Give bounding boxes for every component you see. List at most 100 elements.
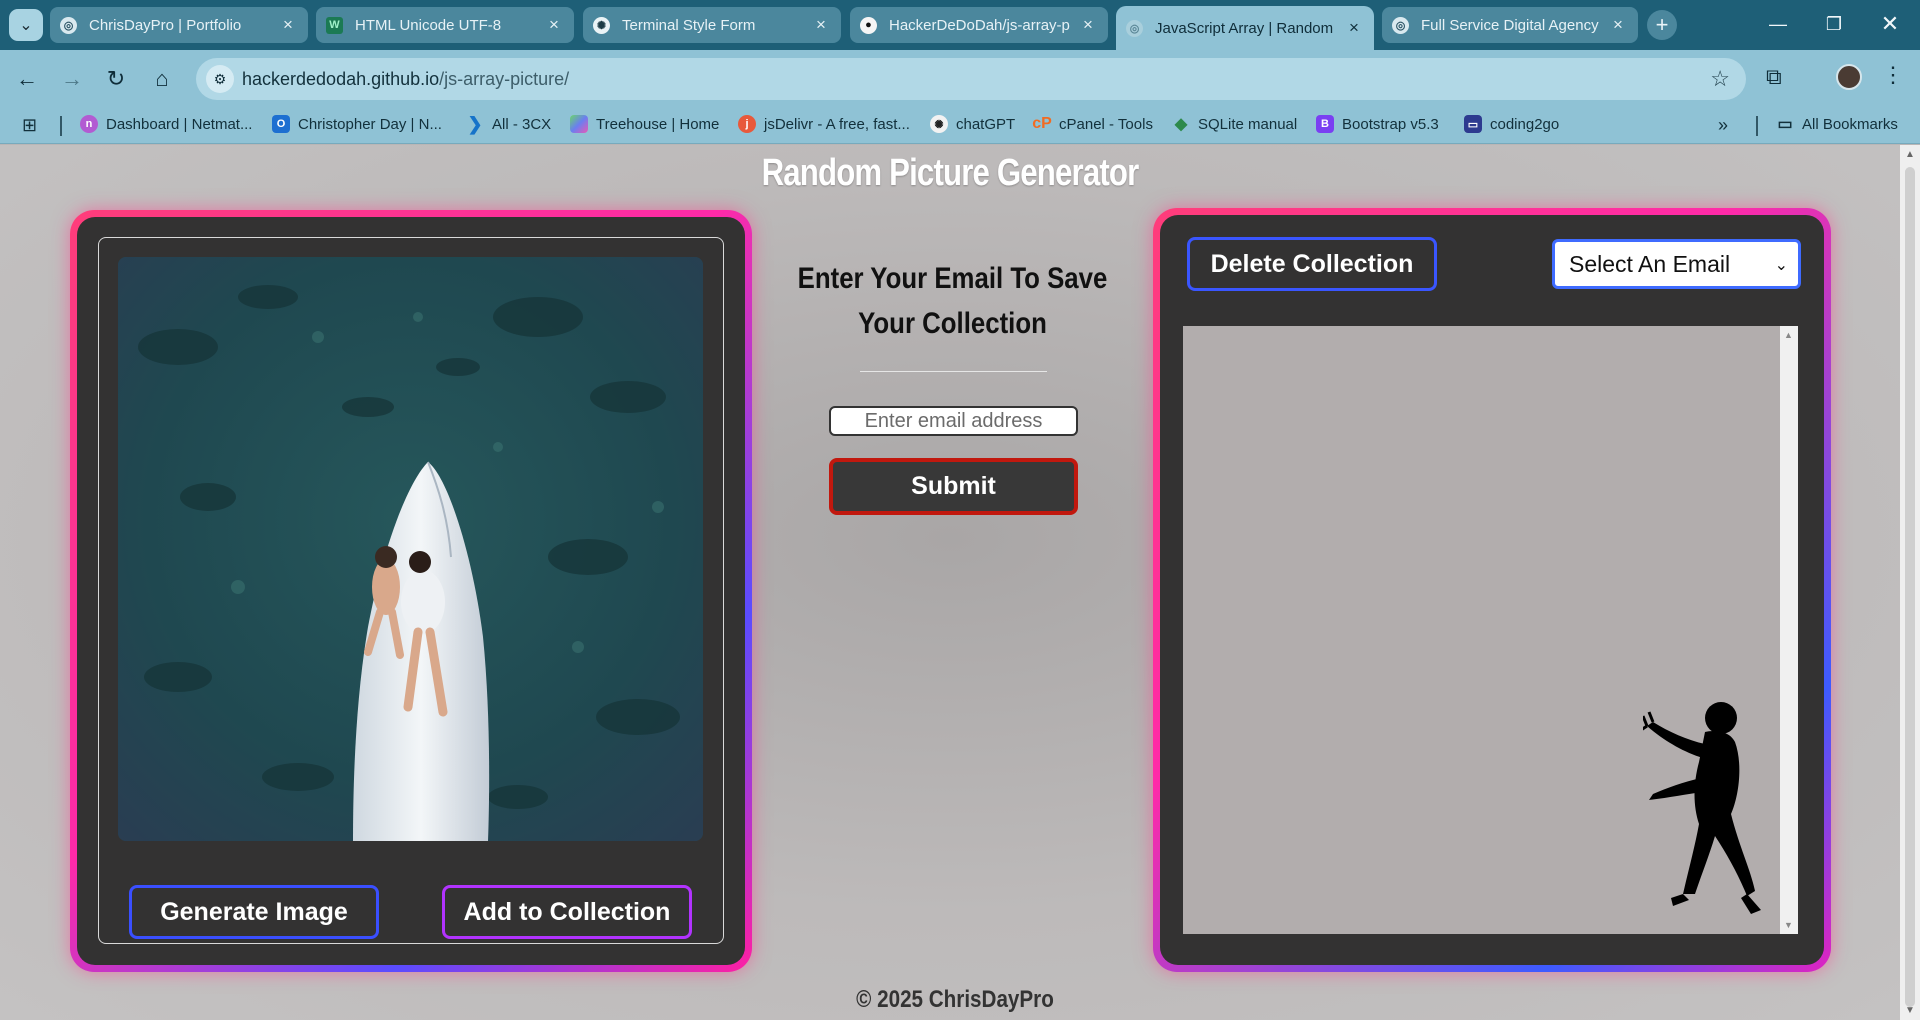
collection-panel-body: Delete Collection Select An Email ⌄ ▲ ▼ (1160, 215, 1824, 965)
bookmark-treehouse[interactable]: Treehouse | Home (570, 115, 719, 133)
scroll-down-icon[interactable]: ▼ (1905, 1005, 1915, 1016)
arrow-right-icon: → (61, 66, 83, 91)
email-heading: Enter Your Email To Save Your Collection (797, 262, 1108, 340)
email-input[interactable] (829, 406, 1078, 436)
coding2go-icon: ▭ (1464, 115, 1482, 133)
tab-github[interactable]: ● HackerDeDoDah/js-array-p × (850, 7, 1108, 43)
bookmark-label: Treehouse | Home (596, 115, 720, 133)
bookmark-chatgpt[interactable]: ✺ chatGPT (930, 115, 1015, 133)
close-icon[interactable]: × (1078, 15, 1098, 35)
bookmark-jsdelivr[interactable]: j jsDelivr - A free, fast... (738, 115, 910, 133)
bookmark-label: Dashboard | Netmat... (106, 115, 253, 133)
bootstrap-icon: B (1316, 115, 1334, 133)
close-icon[interactable]: × (1608, 15, 1628, 35)
footer-copyright: © 2025 ChrisDayPro (856, 986, 1054, 1013)
close-icon[interactable]: × (544, 15, 564, 35)
tab-title: JavaScript Array | Random (1155, 19, 1334, 37)
add-to-collection-button[interactable]: Add to Collection (442, 885, 692, 939)
generator-panel: Generate Image Add to Collection (70, 210, 752, 972)
bookmark-label: jsDelivr - A free, fast... (764, 115, 910, 133)
chatgpt-icon: ✺ (593, 16, 610, 34)
bookmark-cpanel[interactable]: cP cPanel - Tools (1032, 115, 1153, 133)
collection-panel: Delete Collection Select An Email ⌄ ▲ ▼ (1153, 208, 1831, 972)
close-icon[interactable]: × (811, 15, 831, 35)
new-tab-button[interactable]: + (1647, 10, 1677, 40)
extensions-icon[interactable]: ⧉ (1766, 64, 1782, 90)
page-scrollbar[interactable]: ▲ ▼ (1900, 145, 1920, 1020)
apps-grid-icon[interactable]: ⊞ (22, 115, 37, 136)
tab-search-button[interactable]: ⌄ (9, 9, 43, 41)
menu-kebab-icon[interactable]: ⋮ (1882, 62, 1904, 88)
bookmark-outlook[interactable]: O Christopher Day | N... (272, 115, 442, 133)
collection-scrollbar[interactable]: ▲ ▼ (1780, 326, 1798, 934)
outlook-icon: O (272, 115, 290, 133)
tab-title: ChrisDayPro | Portfolio (89, 16, 242, 34)
bookmark-label: cPanel - Tools (1059, 115, 1153, 133)
address-bar[interactable]: ⚙ hackerdedodah.github.io/js-array-pictu… (196, 58, 1746, 100)
bookmark-divider (1756, 116, 1758, 136)
scrollbar-thumb[interactable] (1905, 167, 1915, 1007)
jsdelivr-icon: j (738, 115, 756, 133)
restore-icon: ❐ (1825, 13, 1843, 34)
folder-icon: ▭ (1777, 116, 1793, 133)
chevron-down-icon: ⌄ (1774, 257, 1788, 274)
close-icon: ✕ (1880, 11, 1900, 36)
tab-portfolio[interactable]: ◎ ChrisDayPro | Portfolio × (50, 7, 308, 43)
minimize-button[interactable]: — (1758, 8, 1798, 40)
netmat-icon: n (80, 115, 98, 133)
tab-digital-agency[interactable]: ◎ Full Service Digital Agency × (1382, 7, 1638, 43)
scroll-up-icon[interactable]: ▲ (1905, 149, 1915, 160)
random-photo (118, 257, 703, 841)
forward-button[interactable]: → (56, 63, 88, 95)
collection-area[interactable]: ▲ ▼ (1183, 326, 1798, 934)
tab-title: HTML Unicode UTF-8 (355, 16, 502, 34)
dancer-silhouette-icon (1643, 702, 1761, 914)
reload-button[interactable]: ↻ (100, 63, 132, 95)
bookmark-coding2go[interactable]: ▭ coding2go (1464, 115, 1559, 133)
tab-title: HackerDeDoDah/js-array-p (889, 16, 1070, 34)
close-icon[interactable]: × (278, 15, 298, 35)
image-frame: Generate Image Add to Collection (98, 237, 724, 944)
back-button[interactable]: ← (11, 63, 43, 95)
all-bookmarks-label: All Bookmarks (1802, 115, 1898, 133)
email-select[interactable]: Select An Email ⌄ (1552, 239, 1801, 289)
tab-html-unicode[interactable]: W HTML Unicode UTF-8 × (316, 7, 574, 43)
bookmark-netmat[interactable]: n Dashboard | Netmat... (80, 115, 252, 133)
globe-icon: ◎ (60, 16, 77, 34)
profile-avatar[interactable] (1836, 64, 1862, 90)
generator-panel-body: Generate Image Add to Collection (77, 217, 745, 965)
bookmark-bootstrap[interactable]: B Bootstrap v5.3 (1316, 115, 1439, 133)
divider (860, 371, 1047, 372)
tab-js-array[interactable]: ◎ JavaScript Array | Random × (1116, 6, 1374, 50)
cpanel-icon: cP (1032, 115, 1052, 132)
bookmark-3cx[interactable]: ❯ All - 3CX (466, 114, 552, 134)
tab-terminal-form[interactable]: ✺ Terminal Style Form × (583, 7, 841, 43)
close-icon[interactable]: × (1344, 18, 1364, 38)
bookmark-star-icon[interactable]: ☆ (1710, 66, 1730, 92)
boat-couple-photo (118, 257, 703, 841)
url-path: /js-array-picture/ (439, 69, 570, 89)
site-info-icon[interactable]: ⚙ (206, 65, 234, 93)
scroll-down-icon[interactable]: ▼ (1784, 920, 1793, 930)
submit-button[interactable]: Submit (829, 458, 1078, 515)
bookmark-sqlite[interactable]: ◆ SQLite manual (1172, 115, 1298, 134)
scroll-up-icon[interactable]: ▲ (1784, 330, 1793, 340)
delete-collection-button[interactable]: Delete Collection (1187, 237, 1437, 291)
url-text[interactable]: hackerdedodah.github.io/js-array-picture… (242, 69, 569, 90)
more-bookmarks-icon[interactable]: » (1718, 115, 1728, 136)
restore-button[interactable]: ❐ (1814, 8, 1854, 40)
email-select-value: Select An Email (1569, 250, 1731, 277)
all-bookmarks[interactable]: ▭ All Bookmarks (1776, 115, 1898, 134)
bookmark-label: All - 3CX (492, 115, 552, 133)
close-window-button[interactable]: ✕ (1870, 8, 1910, 40)
chatgpt-icon: ✺ (930, 115, 948, 133)
home-button[interactable]: ⌂ (146, 63, 178, 95)
treehouse-icon (570, 115, 588, 133)
globe-icon: ◎ (1392, 16, 1409, 34)
github-icon: ● (860, 16, 877, 34)
bookmark-divider (60, 116, 62, 136)
generate-image-button[interactable]: Generate Image (129, 885, 379, 939)
bookmark-label: SQLite manual (1198, 115, 1298, 133)
plus-icon: + (1655, 12, 1669, 37)
tab-strip: ⌄ ◎ ChrisDayPro | Portfolio × W HTML Uni… (0, 0, 1920, 50)
